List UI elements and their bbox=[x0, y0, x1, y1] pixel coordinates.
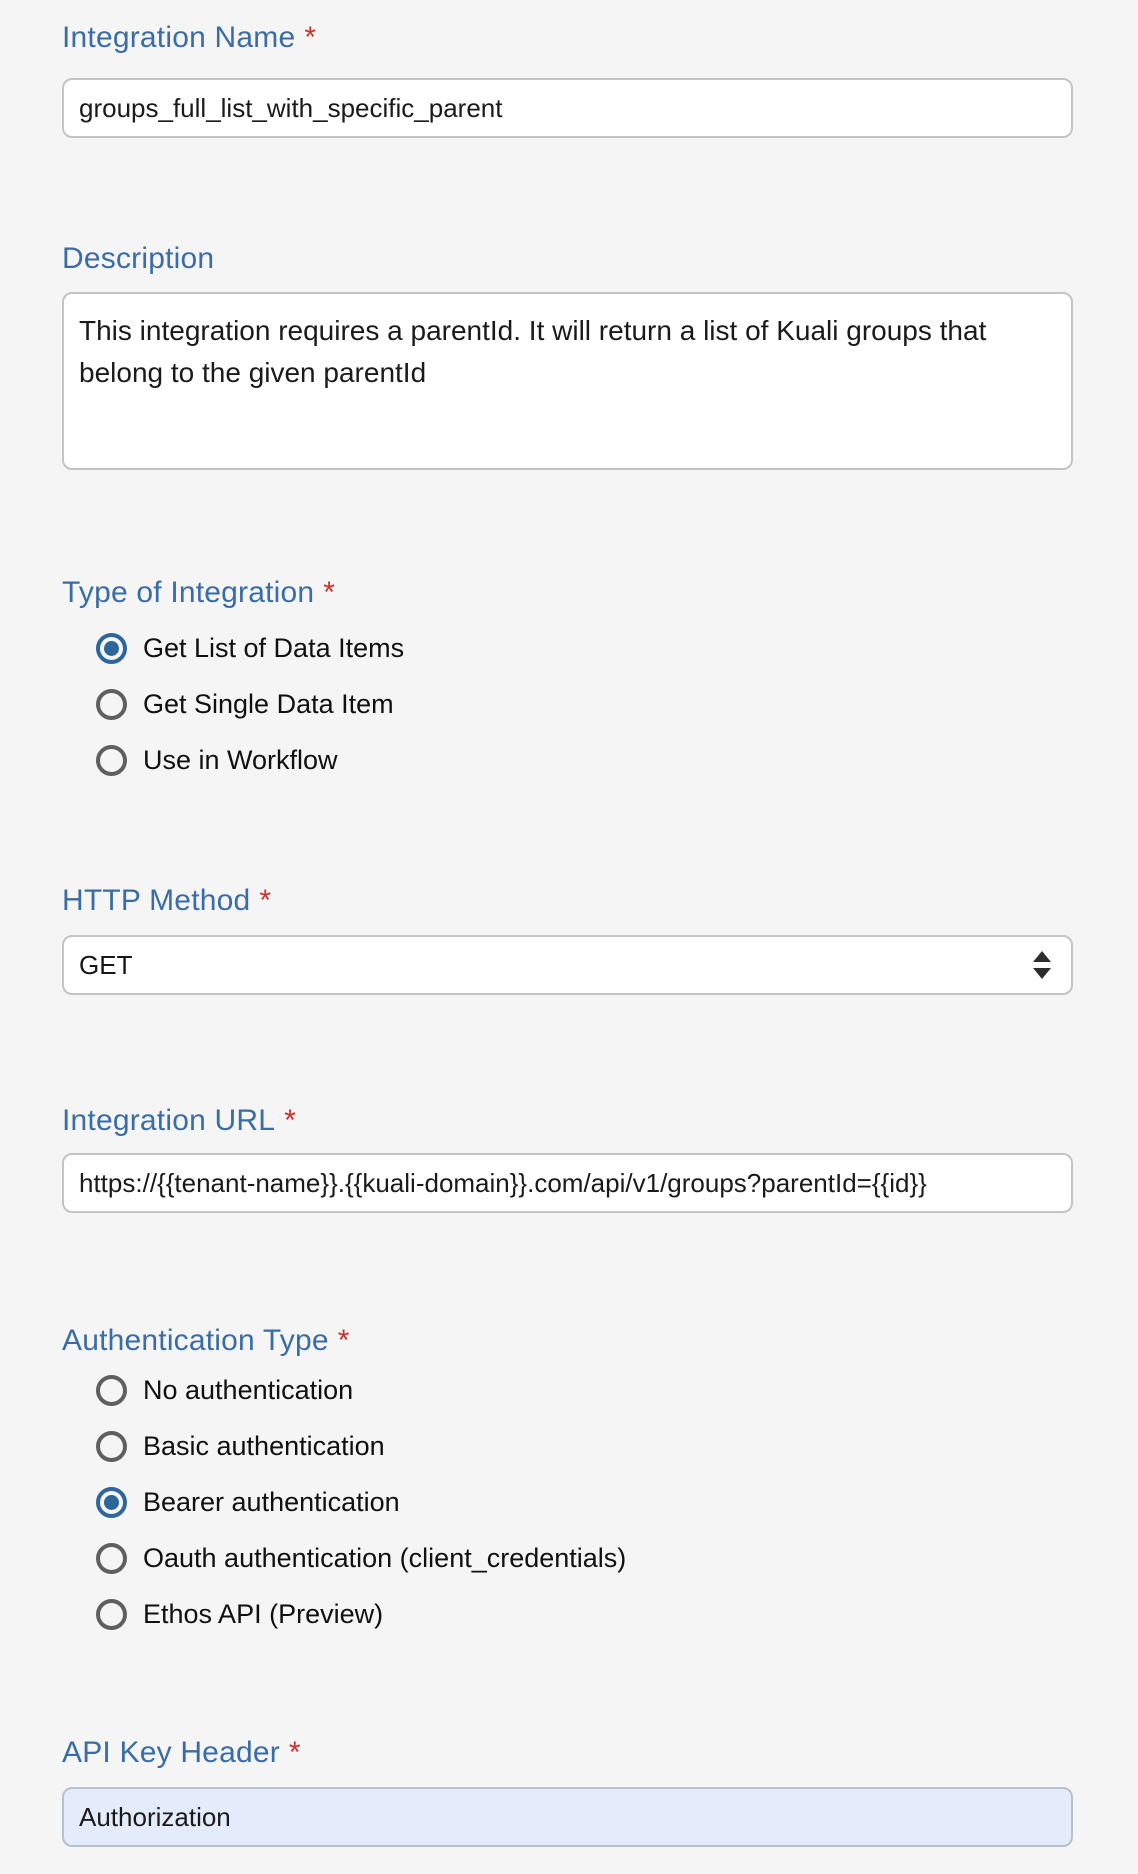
integration-url-input[interactable] bbox=[62, 1153, 1073, 1213]
type-of-integration-radio-group: Get List of Data Items Get Single Data I… bbox=[62, 633, 1073, 776]
integration-url-label-text: Integration URL bbox=[62, 1104, 275, 1137]
radio-option-get-single-data-item[interactable]: Get Single Data Item bbox=[62, 689, 1073, 720]
radio-option-label: Get Single Data Item bbox=[143, 689, 394, 720]
required-asterisk: * bbox=[338, 1324, 350, 1357]
radio-option-ethos-api-preview[interactable]: Ethos API (Preview) bbox=[62, 1599, 1073, 1630]
description-label: Description bbox=[62, 241, 1073, 277]
description-textarea[interactable]: This integration requires a parentId. It… bbox=[62, 292, 1073, 470]
radio-option-basic-authentication[interactable]: Basic authentication bbox=[62, 1431, 1073, 1462]
radio-option-label: Bearer authentication bbox=[143, 1487, 400, 1518]
authentication-type-radio-group: No authentication Basic authentication B… bbox=[62, 1375, 1073, 1630]
api-key-header-input[interactable] bbox=[62, 1787, 1073, 1847]
radio-option-no-authentication[interactable]: No authentication bbox=[62, 1375, 1073, 1406]
required-asterisk: * bbox=[304, 21, 316, 54]
http-method-selected-value: GET bbox=[79, 950, 132, 981]
radio-option-oauth-authentication[interactable]: Oauth authentication (client_credentials… bbox=[62, 1543, 1073, 1574]
integration-form: Integration Name * Description This integ… bbox=[0, 0, 1138, 1847]
radio-button-icon[interactable] bbox=[96, 1543, 127, 1574]
authentication-type-label: Authentication Type * bbox=[62, 1323, 1073, 1359]
radio-button-selected-icon[interactable] bbox=[96, 1487, 127, 1518]
radio-button-selected-icon[interactable] bbox=[96, 633, 127, 664]
radio-option-get-list-of-data-items[interactable]: Get List of Data Items bbox=[62, 633, 1073, 664]
radio-button-icon[interactable] bbox=[96, 1431, 127, 1462]
required-asterisk: * bbox=[289, 1736, 301, 1769]
http-method-label-text: HTTP Method bbox=[62, 884, 250, 917]
radio-option-label: Get List of Data Items bbox=[143, 633, 404, 664]
radio-option-label: Basic authentication bbox=[143, 1431, 385, 1462]
down-triangle-icon bbox=[1033, 968, 1051, 979]
radio-button-icon[interactable] bbox=[96, 1375, 127, 1406]
radio-option-label: Use in Workflow bbox=[143, 745, 338, 776]
api-key-header-label-text: API Key Header bbox=[62, 1736, 280, 1769]
description-label-text: Description bbox=[62, 242, 214, 275]
required-asterisk: * bbox=[284, 1104, 296, 1137]
type-of-integration-label: Type of Integration * bbox=[62, 575, 1073, 611]
required-asterisk: * bbox=[259, 884, 271, 917]
integration-name-label-text: Integration Name bbox=[62, 21, 295, 54]
radio-option-label: Ethos API (Preview) bbox=[143, 1599, 383, 1630]
type-of-integration-label-text: Type of Integration bbox=[62, 576, 314, 609]
radio-button-icon[interactable] bbox=[96, 1599, 127, 1630]
radio-button-icon[interactable] bbox=[96, 745, 127, 776]
api-key-header-label: API Key Header * bbox=[62, 1735, 1073, 1771]
up-triangle-icon bbox=[1033, 951, 1051, 962]
integration-url-label: Integration URL * bbox=[62, 1103, 1073, 1139]
radio-button-icon[interactable] bbox=[96, 689, 127, 720]
http-method-label: HTTP Method * bbox=[62, 883, 1073, 919]
required-asterisk: * bbox=[323, 576, 335, 609]
select-spinner-icon bbox=[1033, 951, 1051, 979]
authentication-type-label-text: Authentication Type bbox=[62, 1324, 329, 1357]
radio-option-use-in-workflow[interactable]: Use in Workflow bbox=[62, 745, 1073, 776]
integration-name-input[interactable] bbox=[62, 78, 1073, 138]
radio-option-label: No authentication bbox=[143, 1375, 353, 1406]
http-method-select[interactable]: GET bbox=[62, 935, 1073, 995]
radio-option-bearer-authentication[interactable]: Bearer authentication bbox=[62, 1487, 1073, 1518]
integration-name-label: Integration Name * bbox=[62, 20, 1073, 56]
radio-option-label: Oauth authentication (client_credentials… bbox=[143, 1543, 626, 1574]
